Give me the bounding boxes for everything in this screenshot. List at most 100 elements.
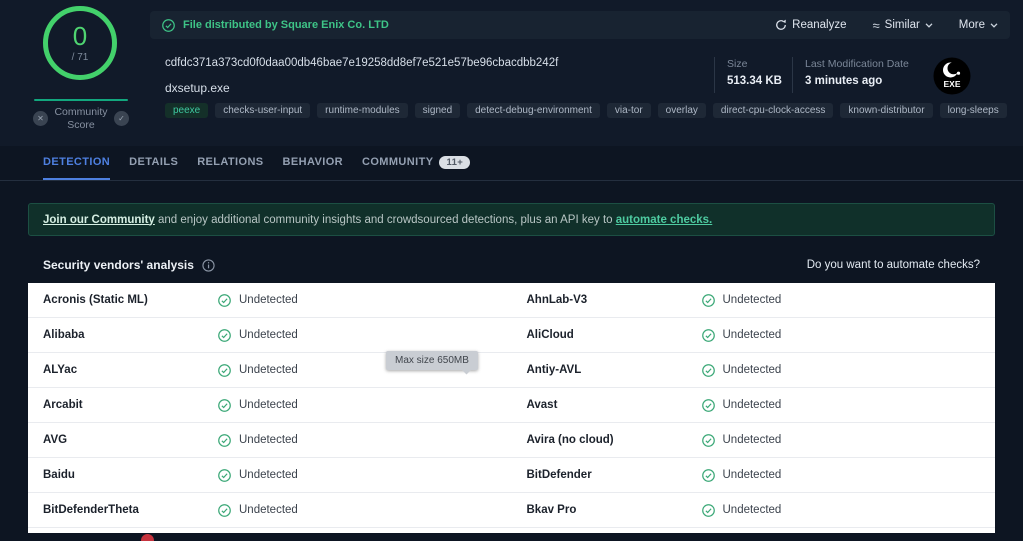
vendor-cell: Baidu Undetected [28, 458, 512, 492]
tag-list: peexe checks-user-input runtime-modules … [165, 103, 1010, 118]
undetected-check-icon [218, 363, 231, 377]
vendor-cell: Arcabit Undetected [28, 388, 512, 422]
community-banner: Join our Community and enjoy additional … [28, 203, 995, 236]
tag-pill[interactable]: signed [414, 103, 461, 118]
vendor-cell: Antiy-AVL Undetected [512, 353, 996, 387]
meta-divider [714, 57, 715, 93]
undetected-check-icon [218, 468, 231, 482]
tag-pill[interactable]: known-distributor [840, 103, 933, 118]
tag-pill[interactable]: overlay [657, 103, 706, 118]
vendor-status: Undetected [239, 294, 298, 306]
vote-up-button[interactable]: ✓ [114, 111, 129, 126]
vendor-name: Acronis (Static ML) [43, 294, 148, 306]
tab-relations[interactable]: RELATIONS [197, 146, 263, 180]
modification-label: Last Modification Date [805, 58, 909, 70]
tag-pill[interactable]: peexe [165, 103, 209, 118]
info-icon[interactable] [202, 258, 215, 272]
vendor-name: Arcabit [43, 399, 83, 411]
vendor-status: Undetected [722, 504, 782, 516]
tag-pill[interactable]: via-tor [606, 103, 651, 118]
tag-pill[interactable]: runtime-modules [317, 103, 408, 118]
tab-details[interactable]: DETAILS [129, 146, 178, 180]
verified-check-icon [162, 18, 175, 32]
file-type-badge: EXE [933, 57, 971, 95]
table-row: Arcabit Undetected Avast Undetected [28, 388, 995, 423]
tag-pill[interactable]: detect-debug-environment [467, 103, 600, 118]
undetected-check-icon [701, 468, 715, 482]
tab-community[interactable]: COMMUNITY 11+ [362, 146, 471, 180]
vendor-name: BitDefenderTheta [43, 504, 139, 516]
distributor-notice-bar: File distributed by Square Enix Co. LTD … [150, 11, 1010, 39]
detection-score: 0 [72, 21, 88, 51]
automate-checks-prompt[interactable]: Do you want to automate checks? [807, 259, 980, 271]
vendor-name: AhnLab-V3 [526, 294, 588, 306]
analysis-section-header: Security vendors' analysis Do you want t… [28, 252, 995, 278]
vendor-status: Undetected [722, 364, 782, 376]
undetected-check-icon [701, 503, 715, 517]
vendor-name: AVG [43, 434, 68, 446]
max-size-tooltip: Max size 650MB [386, 351, 478, 370]
vendor-name: Avira (no cloud) [526, 434, 614, 446]
undetected-check-icon [701, 398, 715, 412]
tag-pill[interactable]: checks-user-input [215, 103, 311, 118]
vendor-cell: Avast Undetected [512, 388, 996, 422]
section-title: Security vendors' analysis [43, 258, 194, 272]
similar-button[interactable]: ≈ Similar [873, 19, 933, 32]
tab-bar: DETECTION DETAILS RELATIONS BEHAVIOR COM… [0, 146, 1023, 181]
more-button[interactable]: More [959, 19, 998, 31]
file-size-block: Size 513.34 KB [727, 58, 782, 87]
detection-total: / 71 [71, 52, 89, 63]
vendor-cell: Alibaba Undetected [28, 318, 512, 352]
tag-pill[interactable]: long-sleeps [939, 103, 1007, 118]
undetected-check-icon [218, 503, 231, 517]
undetected-check-icon [218, 293, 231, 307]
thumbs-down-icon: ✕ [37, 114, 44, 123]
table-row: Acronis (Static ML) Undetected AhnLab-V3… [28, 283, 995, 318]
undetected-check-icon [701, 293, 715, 307]
undetected-check-icon [701, 433, 715, 447]
vendor-status: Undetected [239, 469, 298, 481]
vendor-name: Alibaba [43, 329, 85, 341]
exe-file-icon: EXE [933, 57, 971, 95]
distributor-notice: File distributed by Square Enix Co. LTD [183, 19, 389, 31]
vendor-name: AliCloud [526, 329, 574, 341]
chevron-down-icon [925, 22, 933, 28]
vendor-name: Bkav Pro [526, 504, 577, 516]
reanalyze-button[interactable]: Reanalyze [775, 19, 847, 31]
join-community-link[interactable]: Join our Community [43, 214, 155, 226]
vendor-status: Undetected [722, 434, 782, 446]
vendor-status: Undetected [722, 294, 782, 306]
file-summary-header: 0 / 71 ✕ Community Score ✓ File distribu… [0, 0, 1023, 146]
vote-down-button[interactable]: ✕ [33, 111, 48, 126]
undetected-check-icon [701, 363, 715, 377]
modification-value: 3 minutes ago [805, 75, 883, 87]
undetected-check-icon [701, 328, 715, 342]
tab-detection[interactable]: DETECTION [43, 146, 111, 180]
meta-divider [792, 57, 793, 93]
vendor-cell: AVG Undetected [28, 423, 512, 457]
vendor-cell: Acronis (Static ML) Undetected [28, 283, 512, 317]
detection-score-gauge: 0 / 71 [43, 6, 117, 80]
vendor-name: BitDefender [526, 469, 592, 481]
community-score-label: Community Score [54, 106, 108, 132]
reanalyze-label: Reanalyze [792, 19, 847, 31]
virustotal-report-page: 0 / 71 ✕ Community Score ✓ File distribu… [0, 0, 1023, 541]
vendor-status: Undetected [722, 329, 782, 341]
table-row: Baidu Undetected BitDefender Undetected [28, 458, 995, 493]
community-count-badge: 11+ [439, 155, 471, 169]
automate-checks-link[interactable]: automate checks. [616, 214, 713, 226]
vendor-status: Undetected [239, 364, 298, 376]
last-modification-block: Last Modification Date 3 minutes ago [805, 58, 909, 87]
tag-pill[interactable]: direct-cpu-clock-access [712, 103, 834, 118]
vendor-name: ALYac [43, 364, 78, 376]
vendor-cell: AliCloud Undetected [512, 318, 996, 352]
refresh-icon [776, 19, 787, 30]
tab-behavior[interactable]: BEHAVIOR [283, 146, 343, 180]
vendor-name: Baidu [43, 469, 75, 481]
chevron-down-icon [990, 22, 998, 28]
size-value: 513.34 KB [727, 75, 782, 87]
vendor-name: Antiy-AVL [526, 364, 582, 376]
vendor-status: Undetected [239, 434, 298, 446]
undetected-check-icon [218, 398, 231, 412]
vendor-status: Undetected [239, 329, 298, 341]
